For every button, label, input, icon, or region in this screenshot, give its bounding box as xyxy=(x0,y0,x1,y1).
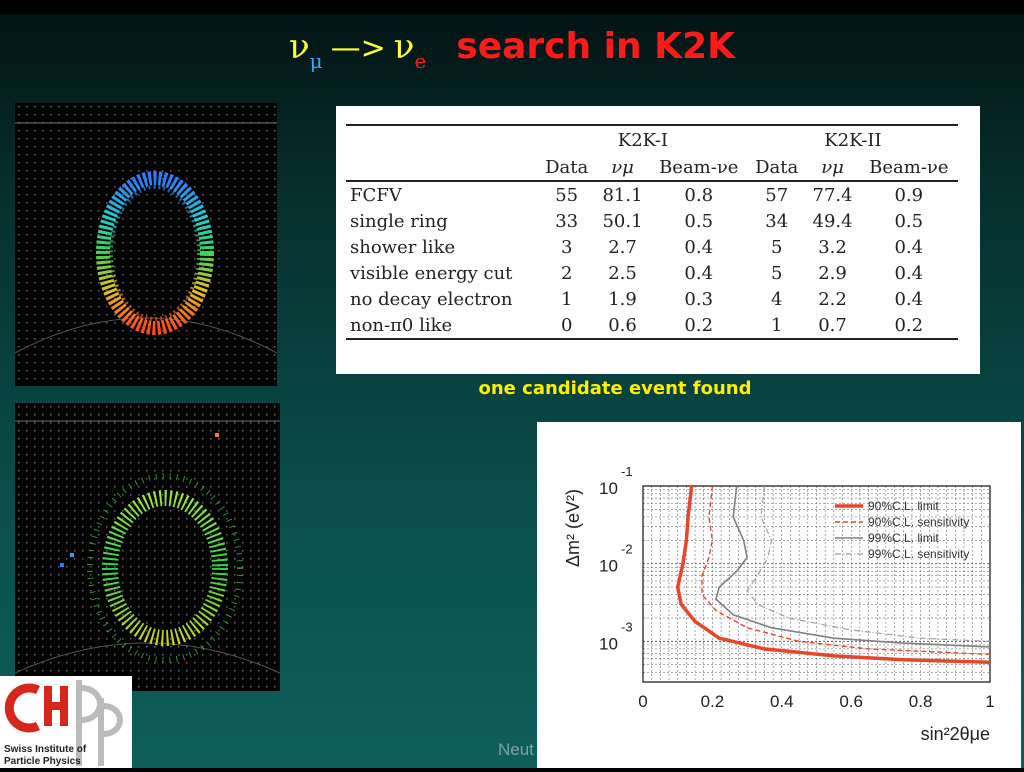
table-cell: 3.2 xyxy=(818,236,847,258)
table-cell: 77.4 xyxy=(812,184,853,206)
table-cell: 4 xyxy=(770,288,783,310)
table-cell: 0.7 xyxy=(805,312,860,340)
row-label: no decay electron xyxy=(350,288,513,310)
table-cell: 0.6 xyxy=(595,312,650,340)
title-nu-mu: νμ xyxy=(288,27,323,73)
group-header: K2K-II xyxy=(747,124,958,154)
row-label: visible energy cut xyxy=(350,262,513,284)
title-arrow: —> xyxy=(330,31,386,66)
table-row: single ring 33 50.1 0.5 34 49.4 0.5 xyxy=(346,208,958,234)
group-header: K2K-I xyxy=(537,124,748,154)
x-tick-label: 0.6 xyxy=(839,692,863,711)
x-tick-label: 0.4 xyxy=(770,692,794,711)
table-cell: 2.7 xyxy=(608,236,637,258)
results-table: K2K-I K2K-II Data νμ Beam-νe Data νμ Bea… xyxy=(346,124,958,340)
x-tick-label: 0 xyxy=(638,692,647,711)
column-header: νμ xyxy=(595,154,650,182)
x-axis-label: sin²2θμe xyxy=(921,724,990,744)
table-row: visible energy cut 2 2.5 0.4 5 2.9 0.4 xyxy=(346,260,958,286)
column-header: Data xyxy=(537,154,596,182)
title-nu-e: νe xyxy=(393,27,427,73)
exclusion-plot-panel: 0 0.2 0.4 0.6 0.8 1 10 -1 10 -2 10 -3 sin²2θμe Δm² (e… xyxy=(537,422,1021,768)
table-cell: 0.3 xyxy=(684,288,714,310)
table-cell: 2 xyxy=(560,262,573,284)
event-display-top xyxy=(15,103,277,386)
table-group-header: K2K-I K2K-II xyxy=(346,124,958,154)
table-cell: 0.2 xyxy=(649,312,748,340)
table-cell: 55 xyxy=(555,184,579,206)
table-cell: 1 xyxy=(560,288,573,310)
table-row: no decay electron 1 1.9 0.3 4 2.2 0.4 xyxy=(346,286,958,312)
table-cell: 0.2 xyxy=(859,312,958,340)
table-cell: 0.5 xyxy=(684,210,714,232)
row-label: FCFV xyxy=(350,184,402,206)
table-cell: 33 xyxy=(555,210,579,232)
table-cell: 0 xyxy=(537,312,596,340)
table-cell: 0.4 xyxy=(684,236,714,258)
y-tick-exponent: -1 xyxy=(621,464,633,479)
y-tick-label: 10 xyxy=(599,479,618,498)
event-display-bottom xyxy=(15,403,280,691)
table-cell: 81.1 xyxy=(602,184,643,206)
title-text: search in K2K xyxy=(456,26,736,67)
y-tick-exponent: -3 xyxy=(621,619,633,634)
table-cell: 0.4 xyxy=(894,288,924,310)
x-tick-label: 1 xyxy=(985,692,994,711)
legend-label: 99%C.L. limit xyxy=(868,531,939,545)
table-cell: 5 xyxy=(770,236,783,258)
event-display-top-image xyxy=(15,103,277,386)
row-label: non-π0 like xyxy=(346,312,538,340)
x-tick-label: 0.8 xyxy=(909,692,933,711)
table-cell: 1 xyxy=(747,312,806,340)
table-cell: 2.2 xyxy=(818,288,847,310)
table-row: FCFV 55 81.1 0.8 57 77.4 0.9 xyxy=(346,181,958,208)
slide-title: νμ —> νe search in K2K xyxy=(0,26,1024,73)
y-tick-exponent: -2 xyxy=(621,542,633,557)
logo-line-1: Swiss Institute of xyxy=(4,744,87,755)
logo-line-2: Particle Physics xyxy=(4,756,81,767)
table-column-header: Data νμ Beam-νe Data νμ Beam-νe xyxy=(346,154,958,182)
table-cell: 34 xyxy=(765,210,789,232)
table-cell: 0.4 xyxy=(684,262,714,284)
y-tick-label: 10 xyxy=(599,557,618,576)
table-cell: 0.5 xyxy=(894,210,924,232)
footer-text: Neut xyxy=(498,740,534,759)
row-label: single ring xyxy=(350,210,448,232)
chipp-logo-mark: Swiss Institute of Particle Physics xyxy=(4,680,123,767)
results-table-panel: K2K-I K2K-II Data νμ Beam-νe Data νμ Bea… xyxy=(336,106,980,374)
caption: one candidate event found xyxy=(478,378,752,399)
table-cell: 5 xyxy=(770,262,783,284)
table-cell: 0.4 xyxy=(894,236,924,258)
chipp-logo: Swiss Institute of Particle Physics xyxy=(0,676,132,768)
table-cell: 49.4 xyxy=(812,210,853,232)
table-row: non-π0 like 0 0.6 0.2 1 0.7 0.2 xyxy=(346,312,958,340)
table-cell: 0.9 xyxy=(894,184,924,206)
table-cell: 50.1 xyxy=(602,210,643,232)
table-cell: 57 xyxy=(765,184,789,206)
table-cell: 0.8 xyxy=(684,184,714,206)
column-header: Beam-νe xyxy=(859,154,958,182)
exclusion-plot: 0 0.2 0.4 0.6 0.8 110-110-210-3sin²2θμeΔm² (e… xyxy=(563,464,995,744)
x-tick-label: 0.2 xyxy=(701,692,725,711)
table-cell: 2.5 xyxy=(608,262,637,284)
event-display-bottom-image xyxy=(15,403,280,691)
table-cell: 2.9 xyxy=(818,262,847,284)
column-header: νμ xyxy=(805,154,860,182)
table-cell: 0.4 xyxy=(894,262,924,284)
series-line xyxy=(714,485,991,648)
table-row: shower like 3 2.7 0.4 5 3.2 0.4 xyxy=(346,234,958,260)
legend-label: 90%C.L. limit xyxy=(868,499,939,513)
table-cell: 1.9 xyxy=(608,288,637,310)
y-tick-label: 10 xyxy=(599,634,618,653)
row-label: shower like xyxy=(350,236,456,258)
top-bar xyxy=(0,0,1024,14)
y-axis-label: Δm² (eV²) xyxy=(563,489,583,567)
legend-label: 99%C.L. sensitivity xyxy=(868,547,969,561)
column-header: Data xyxy=(747,154,806,182)
legend-label: 90%C.L. sensitivity xyxy=(868,515,969,529)
column-header: Beam-νe xyxy=(649,154,748,182)
table-cell: 3 xyxy=(560,236,573,258)
